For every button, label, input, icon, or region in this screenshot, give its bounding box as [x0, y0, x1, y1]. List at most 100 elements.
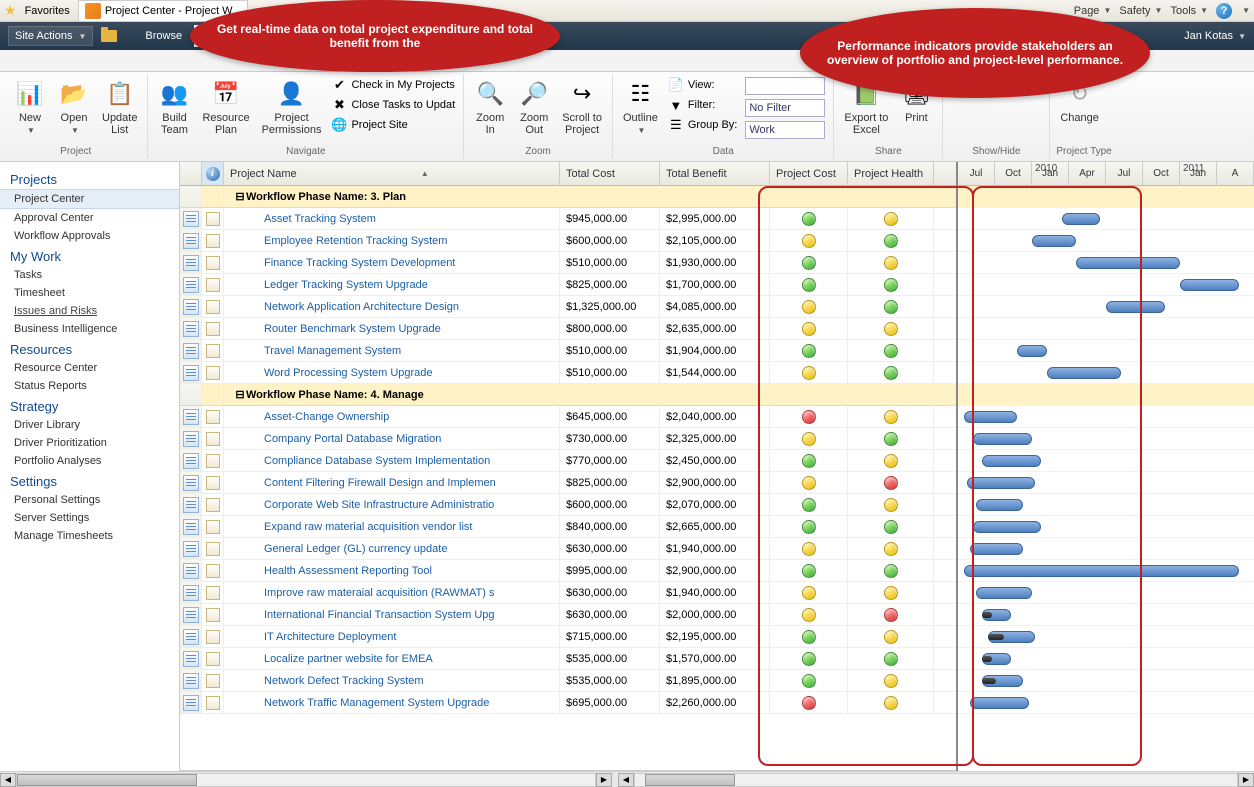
row-info-icon[interactable]: [202, 472, 224, 493]
group-collapse-icon[interactable]: ⊟: [234, 388, 246, 401]
col-project-health[interactable]: Project Health: [848, 162, 934, 185]
groupby-input[interactable]: [745, 121, 825, 139]
gantt-bar[interactable]: [1062, 213, 1100, 225]
table-row[interactable]: Compliance Database System Implementatio…: [180, 450, 956, 472]
scroll-thumb-right[interactable]: [645, 774, 735, 786]
row-selector[interactable]: [180, 340, 202, 361]
table-row[interactable]: Content Filtering Firewall Design and Im…: [180, 472, 956, 494]
gantt-bar[interactable]: [982, 455, 1041, 467]
project-name-cell[interactable]: Health Assessment Reporting Tool: [224, 560, 560, 581]
project-name-cell[interactable]: Travel Management System: [224, 340, 560, 361]
project-permissions-button[interactable]: 👤Project Permissions: [258, 76, 326, 138]
row-info-icon[interactable]: [202, 208, 224, 229]
col-project-name[interactable]: Project Name▲: [224, 162, 560, 185]
gantt-bar[interactable]: [964, 565, 1239, 577]
row-info-icon[interactable]: [202, 318, 224, 339]
gantt-bar[interactable]: [973, 433, 1032, 445]
row-selector[interactable]: [180, 582, 202, 603]
help-icon[interactable]: ?: [1216, 3, 1232, 19]
table-row[interactable]: Employee Retention Tracking System$600,0…: [180, 230, 956, 252]
row-selector[interactable]: [180, 670, 202, 691]
gantt-bar[interactable]: [1076, 257, 1180, 269]
gantt-bar[interactable]: [1047, 367, 1121, 379]
table-row[interactable]: Word Processing System Upgrade$510,000.0…: [180, 362, 956, 384]
table-row[interactable]: General Ledger (GL) currency update$630,…: [180, 538, 956, 560]
table-row[interactable]: Improve raw materaial acquisition (RAWMA…: [180, 582, 956, 604]
project-name-cell[interactable]: Network Traffic Management System Upgrad…: [224, 692, 560, 713]
gantt-bar[interactable]: [1017, 345, 1047, 357]
row-selector[interactable]: [180, 252, 202, 273]
row-info-icon[interactable]: [202, 692, 224, 713]
project-name-cell[interactable]: Asset Tracking System: [224, 208, 560, 229]
project-name-cell[interactable]: Improve raw materaial acquisition (RAWMA…: [224, 582, 560, 603]
table-row[interactable]: Travel Management System$510,000.00$1,90…: [180, 340, 956, 362]
nav-personal-settings[interactable]: Personal Settings: [0, 491, 179, 509]
row-selector[interactable]: [180, 230, 202, 251]
row-selector[interactable]: [180, 362, 202, 383]
gantt-bar[interactable]: [970, 543, 1023, 555]
nav-manage-timesheets[interactable]: Manage Timesheets: [0, 527, 179, 545]
nav-mywork-heading[interactable]: My Work: [0, 245, 179, 266]
username[interactable]: Jan Kotas ▼: [1184, 30, 1246, 42]
table-row[interactable]: International Financial Transaction Syst…: [180, 604, 956, 626]
row-info-icon[interactable]: [202, 516, 224, 537]
col-total-benefit[interactable]: Total Benefit: [660, 162, 770, 185]
row-info-icon[interactable]: [202, 340, 224, 361]
scroll-left-arrow-2[interactable]: ◀: [618, 773, 634, 787]
gantt-bar[interactable]: [976, 499, 1023, 511]
nav-driver-prioritization[interactable]: Driver Prioritization: [0, 434, 179, 452]
row-selector[interactable]: [180, 626, 202, 647]
project-name-cell[interactable]: Network Defect Tracking System: [224, 670, 560, 691]
open-button[interactable]: 📂Open▼: [54, 76, 94, 137]
check-in-button[interactable]: ✔Check in My Projects: [329, 76, 457, 94]
row-info-icon[interactable]: [202, 560, 224, 581]
group-row[interactable]: ⊟ Workflow Phase Name: 4. Manage: [180, 384, 956, 406]
row-info-icon[interactable]: [202, 362, 224, 383]
nav-timesheet[interactable]: Timesheet: [0, 284, 179, 302]
table-row[interactable]: IT Architecture Deployment$715,000.00$2,…: [180, 626, 956, 648]
zoom-in-button[interactable]: 🔍Zoom In: [470, 76, 510, 138]
row-selector[interactable]: [180, 384, 202, 405]
row-selector[interactable]: [180, 538, 202, 559]
group-row[interactable]: ⊟ Workflow Phase Name: 3. Plan: [180, 186, 956, 208]
outline-button[interactable]: ☷Outline▼: [619, 76, 662, 137]
favorites-label[interactable]: Favorites: [25, 5, 70, 17]
project-name-cell[interactable]: Network Application Architecture Design: [224, 296, 560, 317]
row-selector[interactable]: [180, 472, 202, 493]
row-info-icon[interactable]: [202, 670, 224, 691]
row-selector[interactable]: [180, 648, 202, 669]
nav-projects-heading[interactable]: Projects: [0, 168, 179, 189]
scroll-left-arrow[interactable]: ◀: [0, 773, 16, 787]
site-actions-menu[interactable]: Site Actions▼: [8, 26, 93, 46]
row-selector[interactable]: [180, 516, 202, 537]
scroll-to-project-button[interactable]: ↪Scroll to Project: [558, 76, 606, 138]
col-info[interactable]: i: [202, 162, 224, 185]
build-team-button[interactable]: 👥Build Team: [154, 76, 194, 138]
col-rowselect[interactable]: [180, 162, 202, 185]
project-name-cell[interactable]: Router Benchmark System Upgrade: [224, 318, 560, 339]
col-total-cost[interactable]: Total Cost: [560, 162, 660, 185]
row-selector[interactable]: [180, 494, 202, 515]
tools-menu[interactable]: Tools▼: [1170, 5, 1208, 17]
row-info-icon[interactable]: [202, 406, 224, 427]
row-selector[interactable]: [180, 692, 202, 713]
grid-body[interactable]: ⊟ Workflow Phase Name: 3. PlanAsset Trac…: [180, 186, 956, 771]
zoom-out-button[interactable]: 🔎Zoom Out: [514, 76, 554, 138]
table-row[interactable]: Network Traffic Management System Upgrad…: [180, 692, 956, 714]
table-row[interactable]: Corporate Web Site Infrastructure Admini…: [180, 494, 956, 516]
project-site-button[interactable]: 🌐Project Site: [329, 116, 457, 134]
safety-menu[interactable]: Safety▼: [1119, 5, 1162, 17]
row-info-icon[interactable]: [202, 428, 224, 449]
nav-workflow-approvals[interactable]: Workflow Approvals: [0, 227, 179, 245]
row-selector[interactable]: [180, 274, 202, 295]
table-row[interactable]: Health Assessment Reporting Tool$995,000…: [180, 560, 956, 582]
row-info-icon[interactable]: [202, 494, 224, 515]
project-name-cell[interactable]: Localize partner website for EMEA: [224, 648, 560, 669]
project-name-cell[interactable]: Compliance Database System Implementatio…: [224, 450, 560, 471]
row-info-icon[interactable]: [202, 274, 224, 295]
resource-plan-button[interactable]: 📅Resource Plan: [198, 76, 253, 138]
table-row[interactable]: Network Defect Tracking System$535,000.0…: [180, 670, 956, 692]
row-info-icon[interactable]: [202, 538, 224, 559]
row-selector[interactable]: [180, 208, 202, 229]
row-selector[interactable]: [180, 406, 202, 427]
